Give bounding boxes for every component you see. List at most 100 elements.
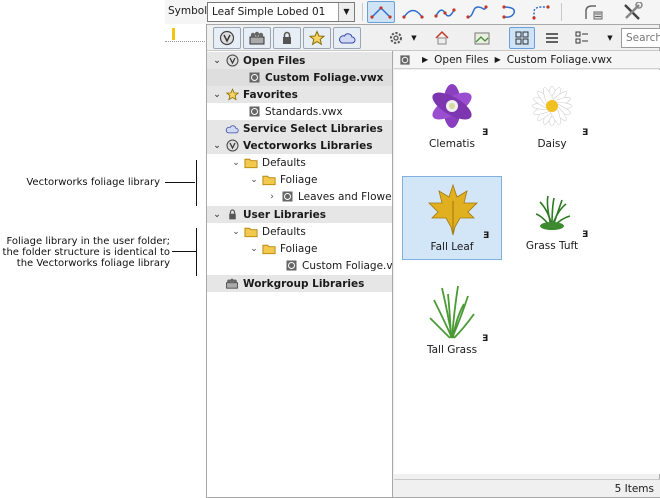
tree-item-service-select[interactable]: Service Select Libraries [207,120,392,137]
tree-item-user-custom-foliage[interactable]: Custom Foliage.vwx [207,257,393,274]
gear-icon [390,32,402,44]
callout-line-1: Foliage library in the user folder; [6,236,170,247]
view-list-button[interactable] [539,27,565,49]
tree-item-label: Standards.vwx [265,105,343,118]
chevron-down-icon[interactable]: ⌄ [231,227,241,237]
chevron-right-icon[interactable]: › [267,192,277,202]
vectorworks-logo-icon [225,54,239,68]
resource-item-label: Grass Tuft [525,240,579,252]
chevron-down-icon[interactable]: ⌄ [249,175,259,185]
tree-item-user-libraries[interactable]: ⌄ User Libraries [207,206,392,223]
resource-item-grass-tuft[interactable]: Ǝ Grass Tuft [502,176,602,260]
mode-s-curve-button[interactable] [463,1,491,23]
filter-cloud-button[interactable] [333,27,361,49]
filter-user-button[interactable] [273,27,301,49]
symbol-label: Symbol [168,5,208,17]
wave-icon [434,8,456,18]
tree-item-custom-foliage[interactable]: Custom Foliage.vwx [207,69,392,86]
item-count: 5 Items [614,483,654,495]
tree-item-label: Foliage [280,242,318,255]
chevron-down-icon[interactable]: ⌄ [231,158,241,168]
preferences-button[interactable] [579,1,607,23]
callout-user-library: Foliage library in the user folder; the … [0,236,170,269]
resource-item-label: Fall Leaf [430,241,474,253]
ruler [165,28,205,42]
folder-icon [262,242,276,256]
view-detail-button[interactable] [569,27,595,49]
tree-item-user-defaults[interactable]: ⌄ Defaults [207,223,392,240]
workgroup-icon [249,31,265,45]
grass-tuft-icon [535,195,571,230]
mode-corner-button[interactable] [527,1,555,23]
vectorworks-logo-icon [225,139,239,153]
chevron-down-icon[interactable]: ⌄ [212,90,222,100]
resource-item-label: Tall Grass [426,344,478,356]
filter-favorites-button[interactable] [303,27,331,49]
chevron-down-icon[interactable]: ▼ [338,3,354,21]
resource-item-fall-leaf[interactable]: Ǝ Fall Leaf [402,176,502,260]
tree-item-user-foliage[interactable]: ⌄ Foliage [207,240,392,257]
tree-item-open-files[interactable]: ⌄ Open Files [207,52,392,69]
callout-line-2: the folder structure is identical to [2,247,170,258]
resource-item-tall-grass[interactable]: Ǝ Tall Grass [402,280,502,364]
search-scope-dropdown[interactable]: ▼ [603,27,617,49]
home-button[interactable] [429,27,455,49]
filter-vectorworks-button[interactable] [213,27,241,49]
settings-gear-button[interactable] [383,27,409,49]
cloud-icon [339,33,356,44]
tree-item-standards[interactable]: Standards.vwx [207,103,392,120]
breadcrumb-file[interactable]: Custom Foliage.vwx [507,54,612,66]
chevron-down-icon[interactable]: ⌄ [212,141,222,151]
gear-dropdown[interactable]: ▼ [407,27,421,49]
tree-item-vectorworks-libraries[interactable]: ⌄ Vectorworks Libraries [207,137,392,154]
file-icon [280,190,294,204]
tree-item-label: Custom Foliage.vwx [302,259,393,272]
resource-item-clematis[interactable]: Ǝ Clematis [402,74,502,158]
tree-item-label: Custom Foliage.vwx [265,71,384,84]
symbol-badge: Ǝ [482,334,489,344]
resource-item-daisy[interactable]: Ǝ Daisy [502,74,602,158]
mode-hook-button[interactable] [495,1,523,23]
resource-grid: Ǝ Clematis Ǝ Daisy Ǝ Fall Leaf Ǝ Grass T… [394,70,660,474]
mode-arc-peak-button[interactable] [367,1,395,23]
library-tree: ⌄ Open Files Custom Foliage.vwx ⌄ Favori… [207,51,393,497]
tree-item-workgroup-libraries[interactable]: Workgroup Libraries [207,275,392,292]
view-grid-button[interactable] [509,27,535,49]
chevron-down-icon[interactable]: ⌄ [212,210,222,220]
chevron-down-icon[interactable]: ⌄ [212,56,222,66]
cloud-icon [225,122,239,136]
home-icon [435,30,449,45]
tree-item-label: Favorites [243,88,298,101]
vectorworks-logo-icon [219,30,235,46]
chevron-down-icon: ▼ [607,34,613,42]
toolbar-divider [362,3,363,21]
breadcrumb-open-files[interactable]: Open Files [434,54,488,66]
chevron-down-icon[interactable]: ⌄ [249,244,259,254]
status-bar: 5 Items [394,479,660,497]
tree-item-foliage[interactable]: ⌄ Foliage [207,171,392,188]
resource-item-label: Daisy [537,138,567,150]
mode-wave-button[interactable] [431,1,459,23]
search-input[interactable]: Search [621,28,660,48]
star-icon [225,88,239,102]
tall-grass-icon [429,285,475,339]
star-icon [309,30,325,46]
tree-item-label: Vectorworks Libraries [243,139,373,152]
resource-item-label: Clematis [429,138,475,150]
filter-workgroup-button[interactable] [243,27,271,49]
breadcrumb-separator-icon: ▶ [422,55,429,64]
symbol-select[interactable]: Leaf Simple Lobed 01 ▼ [207,2,355,22]
tree-item-label: Open Files [243,54,306,67]
resource-manager: ▼ ▼ Search ⌄ Open Files Custom Foliage.v… [206,24,660,498]
tree-item-favorites[interactable]: ⌄ Favorites [207,86,392,103]
callout-line-3: the Vectorworks foliage library [16,258,170,269]
folder-icon [244,225,258,239]
workgroup-icon [225,277,239,291]
tools-settings-button[interactable] [619,1,647,23]
tree-item-defaults[interactable]: ⌄ Defaults [207,154,392,171]
tree-item-label: Leaves and Flowers [298,190,393,203]
mode-arc-button[interactable] [399,1,427,23]
breadcrumb-separator-icon: ▶ [494,55,501,64]
tree-item-leaves-and-flowers[interactable]: › Leaves and Flowers [207,188,393,205]
open-folder-button[interactable] [469,27,495,49]
